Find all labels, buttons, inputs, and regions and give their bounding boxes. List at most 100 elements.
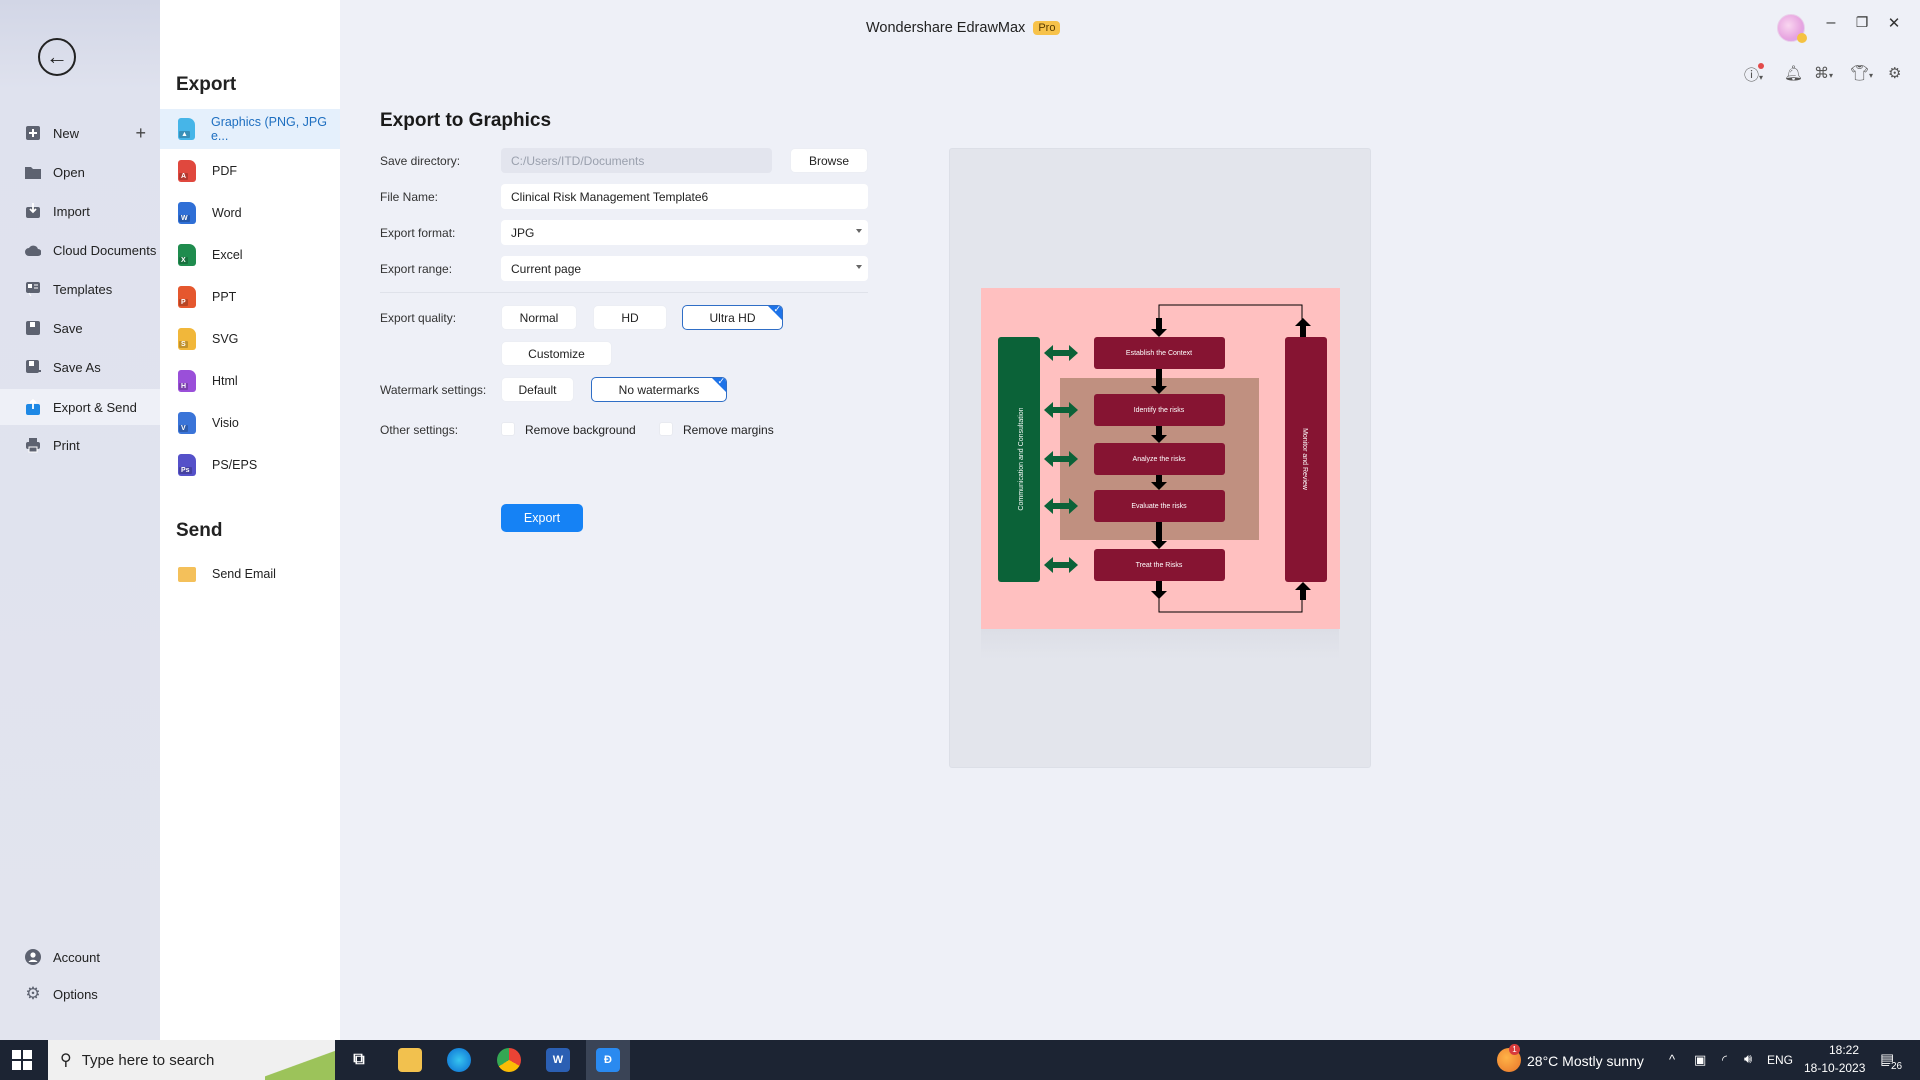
sidebar-item-label: Templates xyxy=(53,281,113,297)
export-format-item[interactable]: W Word xyxy=(160,193,340,233)
export-format-label: PDF xyxy=(212,164,237,178)
browse-button[interactable]: Browse xyxy=(790,148,868,173)
word-icon[interactable]: W xyxy=(546,1048,570,1072)
up-arrow-icon xyxy=(1295,318,1311,337)
windows-start-button[interactable] xyxy=(12,1050,32,1075)
quality-hd-button[interactable]: HD xyxy=(593,305,667,330)
export-format-value: JPG xyxy=(511,225,535,240)
export-format-item[interactable]: ▲ Graphics (PNG, JPG e... xyxy=(160,109,340,149)
export-format-label: Export format: xyxy=(380,226,456,240)
watermark-default-button[interactable]: Default xyxy=(501,377,574,402)
restore-button[interactable]: ❐ xyxy=(1852,14,1872,31)
up-arrow-icon xyxy=(1295,582,1311,600)
weather-text[interactable]: 28°C Mostly sunny xyxy=(1527,1053,1644,1069)
file-type-icon: S xyxy=(178,328,196,350)
clock-date[interactable]: 18-10-2023 xyxy=(1804,1061,1865,1075)
export-format-select[interactable]: JPG xyxy=(501,220,868,245)
customize-button[interactable]: Customize xyxy=(501,341,612,366)
divider xyxy=(380,292,868,293)
export-range-select[interactable]: Current page xyxy=(501,256,868,281)
print-icon xyxy=(25,437,41,453)
remove-background-checkbox[interactable] xyxy=(501,422,515,436)
export-format-item[interactable]: S SVG xyxy=(160,319,340,359)
notification-dot xyxy=(1758,63,1764,69)
close-button[interactable]: ✕ xyxy=(1884,14,1904,32)
sidebar-item-label: Save xyxy=(53,320,83,336)
file-type-icon: A xyxy=(178,160,196,182)
sidebar-item-export-send[interactable]: Export & Send xyxy=(0,389,160,425)
export-range-value: Current page xyxy=(511,261,582,276)
double-arrow-icon xyxy=(1044,557,1078,573)
sidebar-item-print[interactable]: Print xyxy=(0,428,160,462)
sidebar-item-options[interactable]: ⚙ Options xyxy=(0,977,160,1011)
chevron-up-icon[interactable]: ^ xyxy=(1669,1052,1675,1067)
process-step-label: Establish the Context xyxy=(1126,350,1192,357)
apps-icon[interactable]: ⌘▾ xyxy=(1814,64,1833,82)
plus-icon[interactable]: + xyxy=(135,123,146,144)
search-placeholder: Type here to search xyxy=(81,1051,215,1069)
sidebar-item-cloud-documents[interactable]: Cloud Documents xyxy=(0,233,160,267)
camera-icon[interactable]: ▣ xyxy=(1694,1052,1706,1068)
no-watermarks-button[interactable]: No watermarks ✓ xyxy=(591,377,727,402)
file-type-icon: W xyxy=(178,202,196,224)
avatar[interactable] xyxy=(1777,14,1807,43)
sidebar-item-label: Export & Send xyxy=(53,399,137,415)
send-email-item[interactable]: Send Email xyxy=(160,554,340,594)
no-watermarks-label: No watermarks xyxy=(618,382,700,397)
remove-margins-checkbox[interactable] xyxy=(659,422,673,436)
export-format-item[interactable]: P PPT xyxy=(160,277,340,317)
language-indicator[interactable]: ENG xyxy=(1767,1053,1793,1067)
settings-icon[interactable]: ⚙ xyxy=(1888,64,1901,82)
save-directory-label: Save directory: xyxy=(380,154,461,168)
edge-icon[interactable] xyxy=(447,1048,471,1072)
sidebar-item-save[interactable]: Save xyxy=(0,311,160,345)
check-icon: ✓ xyxy=(717,377,725,386)
risk-management-diagram: Communication and Consultation Monitor a… xyxy=(998,304,1327,613)
export-format-item[interactable]: V Visio xyxy=(160,403,340,443)
back-button[interactable]: ← xyxy=(38,38,76,76)
sidebar-item-import[interactable]: Import xyxy=(0,194,160,228)
gear-icon: ⚙ xyxy=(25,984,41,1003)
shirt-icon[interactable]: 👕︎▾ xyxy=(1850,64,1873,82)
quality-normal-button[interactable]: Normal xyxy=(501,305,577,330)
taskbar-search-box[interactable]: ⚲ Type here to search xyxy=(48,1040,335,1080)
bell-icon[interactable]: 🔔︎ xyxy=(1784,64,1803,82)
sidebar-item-templates[interactable]: Templates xyxy=(0,272,160,306)
clock-time[interactable]: 18:22 xyxy=(1829,1043,1859,1057)
sidebar-item-open[interactable]: Open xyxy=(0,155,160,189)
file-type-icon: X xyxy=(178,244,196,266)
task-view-icon[interactable]: ⧉ xyxy=(347,1048,371,1072)
minimize-button[interactable]: – xyxy=(1821,14,1841,32)
sidebar-item-label: Save As xyxy=(53,359,101,375)
edrawmax-icon[interactable]: Ð xyxy=(596,1048,620,1072)
preview-page-shadow xyxy=(981,629,1339,659)
wifi-icon[interactable]: ◜ xyxy=(1722,1052,1727,1068)
export-format-item[interactable]: Ps PS/EPS xyxy=(160,445,340,485)
search-highlight-illustration xyxy=(265,1040,335,1080)
remove-margins-label: Remove margins xyxy=(683,423,774,437)
other-settings-label: Other settings: xyxy=(380,423,459,437)
file-type-icon: V xyxy=(178,412,196,434)
quality-ultra-hd-button[interactable]: Ultra HD ✓ xyxy=(682,305,783,330)
sidebar-item-new[interactable]: New + xyxy=(0,116,160,150)
process-step-label: Treat the Risks xyxy=(1136,562,1183,569)
export-format-label: Word xyxy=(212,206,242,220)
notification-count: 26 xyxy=(1889,1061,1905,1072)
export-format-item[interactable]: X Excel xyxy=(160,235,340,275)
check-icon: ✓ xyxy=(773,305,781,314)
folder-icon xyxy=(25,164,41,180)
file-name-label: File Name: xyxy=(380,190,439,204)
chrome-icon[interactable] xyxy=(497,1048,521,1072)
sidebar-item-account[interactable]: Account xyxy=(0,940,160,974)
file-explorer-icon[interactable] xyxy=(398,1048,422,1072)
export-format-item[interactable]: H Html xyxy=(160,361,340,401)
volume-icon[interactable]: 🔊︎ xyxy=(1744,1051,1752,1067)
file-type-icon: Ps xyxy=(178,454,196,476)
file-name-input[interactable]: Clinical Risk Management Template6 xyxy=(501,184,868,209)
sidebar-item-save-as[interactable]: Save As xyxy=(0,350,160,384)
communication-bar-label: Communication and Consultation xyxy=(1018,407,1025,510)
page-title: Export to Graphics xyxy=(380,110,552,131)
export-format-item[interactable]: A PDF xyxy=(160,151,340,191)
export-format-label: Visio xyxy=(212,416,239,430)
export-button[interactable]: Export xyxy=(501,504,583,532)
